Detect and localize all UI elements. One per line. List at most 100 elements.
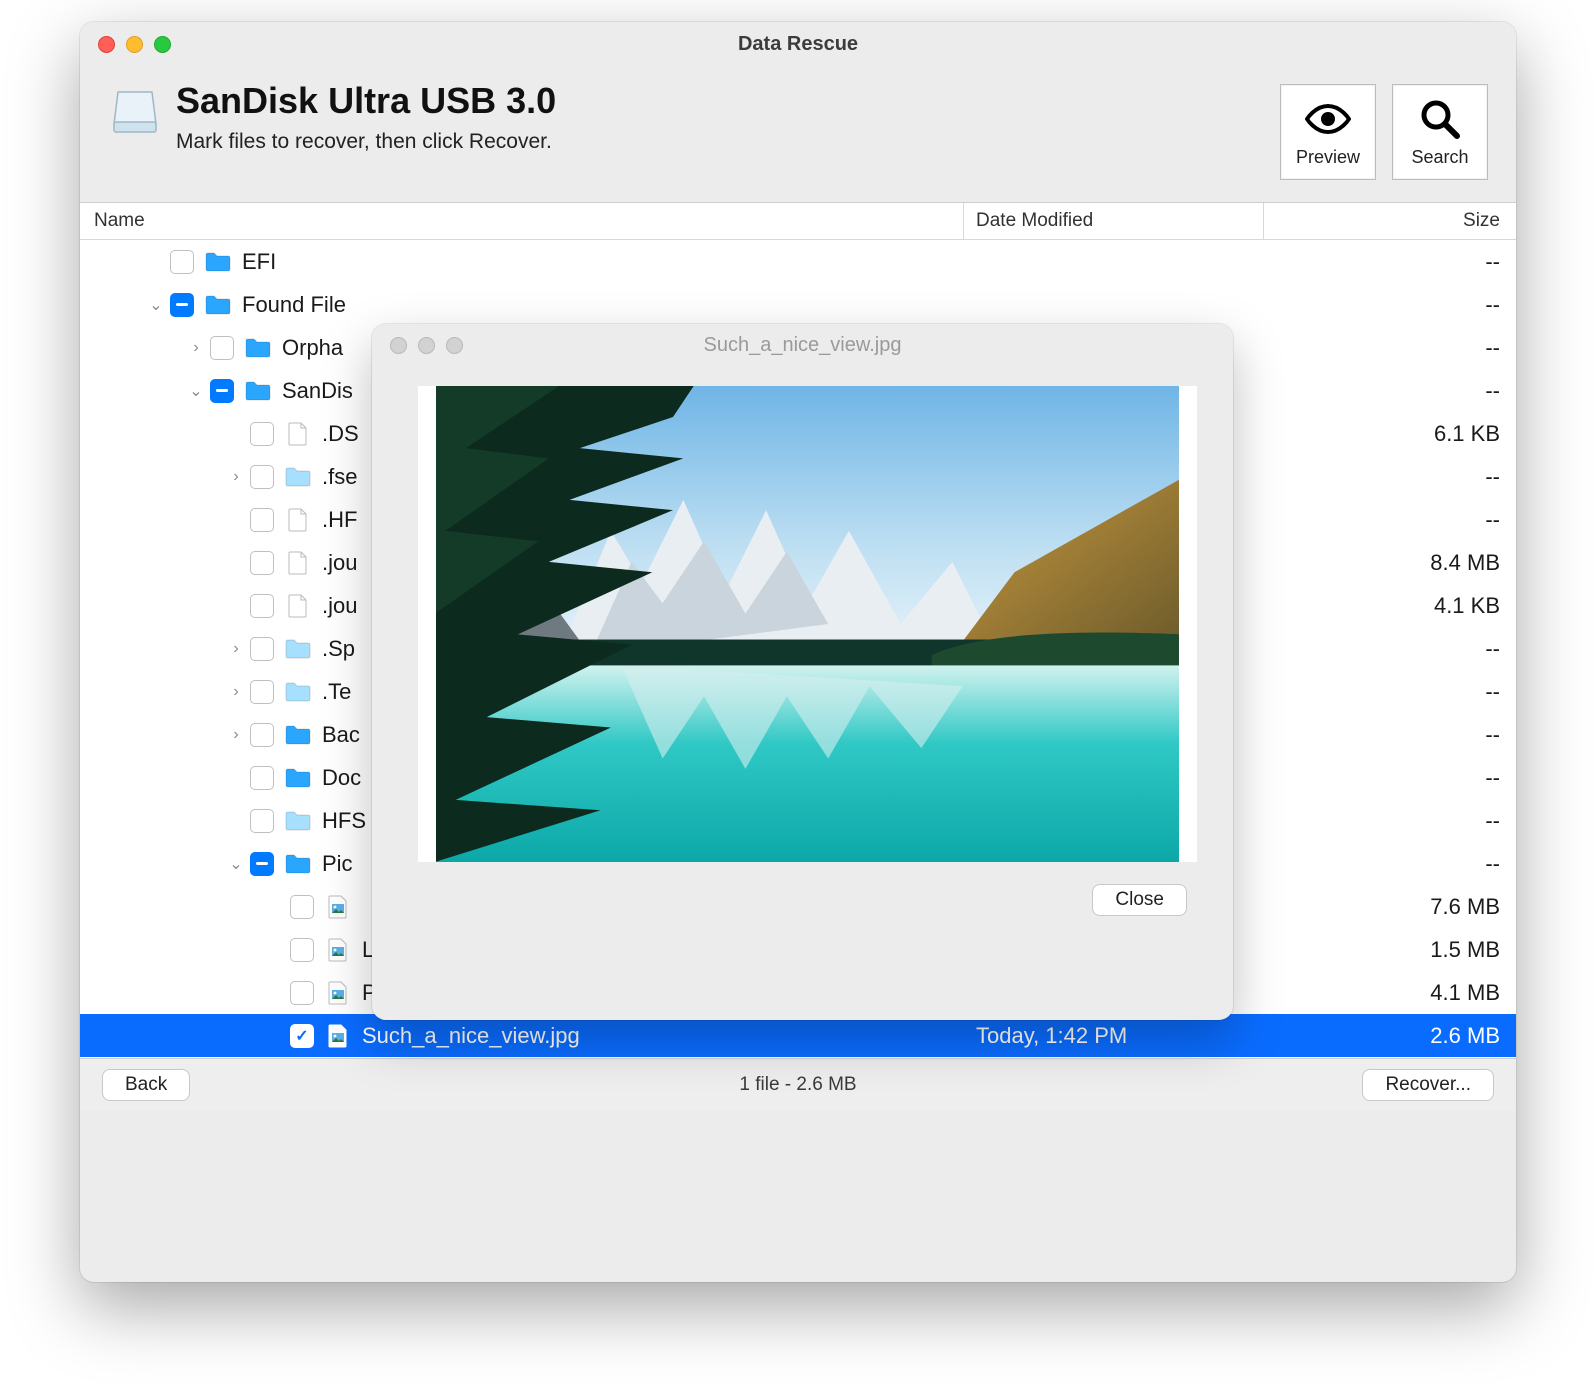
row-size: 7.6 MB [1264, 894, 1516, 920]
disclosure-closed-icon[interactable]: › [182, 339, 210, 357]
tree-row[interactable]: EFI -- [80, 240, 1516, 283]
row-name: Found File [242, 292, 346, 318]
search-button[interactable]: Search [1392, 84, 1488, 180]
disclosure-open-icon[interactable]: ⌄ [182, 381, 210, 401]
tree-row[interactable]: ⌄ Found File -- [80, 283, 1516, 326]
row-checkbox[interactable] [250, 766, 274, 790]
row-size: 6.1 KB [1264, 421, 1516, 447]
row-size: -- [1264, 765, 1516, 791]
folder-icon [284, 766, 312, 790]
eye-icon [1305, 97, 1351, 141]
row-checkbox[interactable] [250, 422, 274, 446]
row-name: Such_a_nice_view.jpg [362, 1023, 580, 1049]
image-file-icon [324, 895, 352, 919]
row-name: .HF [322, 507, 357, 533]
columns-header[interactable]: Name Date Modified Size [80, 202, 1516, 240]
disclosure-closed-icon[interactable]: › [222, 683, 250, 701]
drive-title: SanDisk Ultra USB 3.0 [176, 80, 1280, 122]
row-checkbox[interactable] [250, 637, 274, 661]
row-name: Doc [322, 765, 361, 791]
preview-image [436, 386, 1179, 862]
row-name: .fse [322, 464, 357, 490]
row-checkbox[interactable] [250, 680, 274, 704]
row-date: Today, 1:42 PM [964, 1023, 1264, 1049]
preview-label: Preview [1296, 147, 1360, 168]
row-checkbox[interactable] [210, 379, 234, 403]
folder-icon [244, 336, 272, 360]
preview-window[interactable]: Such_a_nice_view.jpg [372, 324, 1233, 1020]
folder-icon [204, 293, 232, 317]
header-subtitle: Mark files to recover, then click Recove… [176, 130, 1280, 154]
row-checkbox[interactable] [250, 465, 274, 489]
magnifier-icon [1420, 97, 1460, 141]
preview-close-action[interactable]: Close [1092, 884, 1187, 916]
image-file-icon [324, 938, 352, 962]
recover-button[interactable]: Recover... [1362, 1069, 1494, 1101]
row-checkbox[interactable] [250, 723, 274, 747]
preview-titlebar[interactable]: Such_a_nice_view.jpg [372, 324, 1233, 366]
row-name: .DS [322, 421, 359, 447]
row-checkbox[interactable] [290, 1024, 314, 1048]
disclosure-closed-icon[interactable]: › [222, 468, 250, 486]
row-size: -- [1264, 636, 1516, 662]
row-size: -- [1264, 464, 1516, 490]
row-size: -- [1264, 335, 1516, 361]
folder-icon [244, 379, 272, 403]
row-checkbox[interactable] [290, 981, 314, 1005]
folder-icon [284, 637, 312, 661]
row-size: -- [1264, 507, 1516, 533]
row-name: HFS [322, 808, 366, 834]
row-name: SanDis [282, 378, 353, 404]
row-name: Orpha [282, 335, 343, 361]
main-titlebar[interactable]: Data Rescue [80, 22, 1516, 66]
preview-image-container [418, 386, 1197, 862]
search-label: Search [1411, 147, 1468, 168]
disclosure-closed-icon[interactable]: › [222, 640, 250, 658]
row-size: -- [1264, 249, 1516, 275]
row-checkbox[interactable] [170, 293, 194, 317]
tree-row[interactable]: Such_a_nice_view.jpg Today, 1:42 PM 2.6 … [80, 1014, 1516, 1057]
row-checkbox[interactable] [290, 938, 314, 962]
footer-bar: Back 1 file - 2.6 MB Recover... [80, 1058, 1516, 1110]
row-checkbox[interactable] [210, 336, 234, 360]
row-checkbox[interactable] [250, 852, 274, 876]
disclosure-open-icon[interactable]: ⌄ [222, 854, 250, 874]
disclosure-closed-icon[interactable]: › [222, 726, 250, 744]
preview-button[interactable]: Preview [1280, 84, 1376, 180]
row-checkbox[interactable] [250, 809, 274, 833]
row-name: .jou [322, 550, 357, 576]
folder-icon [284, 680, 312, 704]
back-button[interactable]: Back [102, 1069, 190, 1101]
row-name: Bac [322, 722, 360, 748]
disclosure-open-icon[interactable]: ⌄ [142, 295, 170, 315]
row-name: EFI [242, 249, 276, 275]
row-size: -- [1264, 679, 1516, 705]
image-file-icon [324, 1024, 352, 1048]
row-size: 4.1 MB [1264, 980, 1516, 1006]
row-size: 2.6 MB [1264, 1023, 1516, 1049]
row-checkbox[interactable] [170, 250, 194, 274]
selection-status: 1 file - 2.6 MB [80, 1074, 1516, 1096]
column-size[interactable]: Size [1264, 203, 1516, 239]
column-date[interactable]: Date Modified [964, 203, 1264, 239]
row-name: .Te [322, 679, 351, 705]
row-size: -- [1264, 851, 1516, 877]
file-icon [284, 594, 312, 618]
row-checkbox[interactable] [250, 551, 274, 575]
row-size: 8.4 MB [1264, 550, 1516, 576]
row-name: .jou [322, 593, 357, 619]
row-size: -- [1264, 722, 1516, 748]
row-size: -- [1264, 292, 1516, 318]
row-checkbox[interactable] [290, 895, 314, 919]
page-header: SanDisk Ultra USB 3.0 Mark files to reco… [80, 66, 1516, 202]
row-size: -- [1264, 378, 1516, 404]
column-name[interactable]: Name [80, 203, 964, 239]
row-checkbox[interactable] [250, 594, 274, 618]
file-icon [284, 508, 312, 532]
row-size: 1.5 MB [1264, 937, 1516, 963]
folder-icon [284, 852, 312, 876]
row-checkbox[interactable] [250, 508, 274, 532]
folder-icon [284, 809, 312, 833]
file-icon [284, 551, 312, 575]
row-name: .Sp [322, 636, 355, 662]
